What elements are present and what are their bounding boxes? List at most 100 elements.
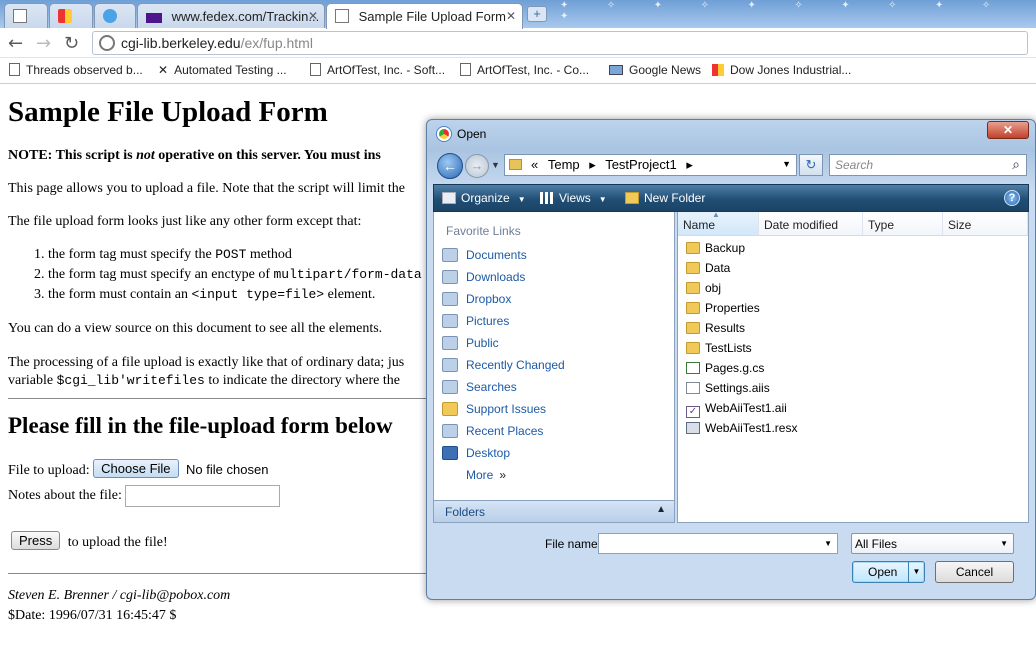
file-item[interactable]: TestLists bbox=[686, 341, 752, 361]
file-item[interactable]: Properties bbox=[686, 301, 760, 321]
new-folder-button[interactable]: New Folder bbox=[625, 191, 705, 205]
bookmark-item[interactable]: Google News bbox=[609, 63, 701, 77]
tab-strip: www.fedex.com/Trackin... ✕ Sample File U… bbox=[0, 0, 1036, 29]
chevron-down-icon[interactable]: ▼ bbox=[782, 159, 791, 169]
file-item[interactable]: ✓ WebAiiTest1.aii bbox=[686, 401, 787, 421]
dialog-title: Open bbox=[437, 127, 486, 141]
chevron-down-icon[interactable]: ▼ bbox=[824, 539, 832, 548]
folders-toggle[interactable]: Folders ▲ bbox=[434, 500, 674, 522]
tab-upload-form[interactable]: Sample File Upload Form ✕ bbox=[326, 3, 523, 29]
nav-item-dropbox[interactable]: Dropbox bbox=[442, 292, 511, 312]
file-item[interactable]: Results bbox=[686, 321, 745, 341]
reload-icon[interactable]: ↻ bbox=[64, 33, 79, 54]
views-button[interactable]: Views ▼ bbox=[540, 191, 607, 205]
dowjones-icon bbox=[58, 9, 72, 23]
file-item[interactable]: obj bbox=[686, 281, 721, 301]
organize-button[interactable]: Organize ▼ bbox=[442, 191, 526, 205]
command-bar: Organize ▼ Views ▼ New Folder ? bbox=[433, 184, 1029, 212]
new-tab-button[interactable]: + bbox=[527, 6, 547, 22]
refresh-button[interactable]: ↻ bbox=[799, 154, 823, 176]
globe-icon bbox=[103, 9, 117, 23]
bookmark-item[interactable]: ArtOfTest, Inc. - Soft... bbox=[310, 63, 445, 77]
folder-icon bbox=[686, 242, 700, 254]
views-icon bbox=[540, 192, 554, 204]
downloads-icon bbox=[442, 270, 458, 284]
folder-icon bbox=[686, 342, 700, 354]
tab-blank[interactable] bbox=[4, 3, 48, 28]
notes-input[interactable] bbox=[125, 485, 281, 507]
nav-item-public[interactable]: Public bbox=[442, 336, 499, 356]
nav-item-more[interactable]: More» bbox=[466, 468, 506, 488]
choose-file-button[interactable]: Choose File bbox=[93, 459, 179, 478]
no-file-text: No file chosen bbox=[186, 462, 269, 477]
column-header-size[interactable]: Size bbox=[943, 212, 1028, 236]
tab-fedex[interactable]: www.fedex.com/Trackin... ✕ bbox=[137, 3, 325, 28]
close-tab-icon[interactable]: ✕ bbox=[308, 9, 318, 23]
bookmark-item[interactable]: Dow Jones Industrial... bbox=[712, 63, 851, 77]
page-icon bbox=[335, 9, 349, 23]
column-header-date[interactable]: Date modified bbox=[759, 212, 863, 236]
tab-dowjones[interactable] bbox=[49, 3, 93, 28]
folder-path-bar[interactable]: « Temp ▸ TestProject1 ▸ ▼ bbox=[504, 154, 797, 176]
history-dropdown-icon[interactable]: ▼ bbox=[491, 160, 500, 170]
file-type-filter[interactable]: All Files ▼ bbox=[851, 533, 1014, 554]
file-name-label: File name: bbox=[545, 537, 602, 551]
file-item[interactable]: Settings.aiis bbox=[686, 381, 770, 401]
nav-item-downloads[interactable]: Downloads bbox=[442, 270, 525, 290]
back-icon[interactable]: ← bbox=[437, 153, 463, 179]
fedex-icon bbox=[146, 13, 162, 23]
tab-globe[interactable] bbox=[94, 3, 136, 28]
file-item[interactable]: Backup bbox=[686, 241, 745, 261]
nav-item-searches[interactable]: Searches bbox=[442, 380, 517, 400]
column-header-name[interactable]: ▲ Name bbox=[678, 210, 759, 236]
file-item[interactable]: Pages.g.cs bbox=[686, 361, 764, 381]
recent-places-icon bbox=[442, 424, 458, 438]
nav-item-documents[interactable]: Documents bbox=[442, 248, 527, 268]
file-label: File to upload: bbox=[8, 463, 90, 478]
folder-icon bbox=[686, 282, 700, 294]
forward-icon[interactable]: → bbox=[36, 33, 51, 54]
breadcrumb-temp[interactable]: Temp bbox=[548, 157, 580, 172]
address-bar[interactable]: cgi-lib.berkeley.edu/ex/fup.html bbox=[92, 31, 1028, 55]
dowjones-icon bbox=[712, 64, 724, 76]
browser-toolbar: ← → ↻ cgi-lib.berkeley.edu/ex/fup.html bbox=[0, 28, 1036, 58]
chevron-up-icon: ▲ bbox=[656, 504, 666, 515]
help-icon[interactable]: ? bbox=[1004, 190, 1020, 206]
cancel-button[interactable]: Cancel bbox=[935, 561, 1014, 583]
bookmark-item[interactable]: Threads observed b... bbox=[9, 63, 143, 77]
close-dialog-button[interactable]: ✕ bbox=[987, 121, 1029, 139]
open-file-dialog: Open ✕ ← → ▼ « Temp ▸ TestProject1 ▸ ▼ ↻… bbox=[426, 119, 1036, 600]
page-icon bbox=[310, 63, 321, 76]
submit-suffix: to upload the file! bbox=[67, 535, 168, 550]
theme-stars: ✦ ✧ ✦ ✧ ✦ ✧ ✦ ✧ ✦ ✧ ✦ bbox=[560, 0, 1009, 22]
breadcrumb-testproject1[interactable]: TestProject1 bbox=[605, 157, 677, 172]
file-item[interactable]: WebAiiTest1.resx bbox=[686, 421, 797, 441]
search-input[interactable]: Search ⌕ bbox=[829, 154, 1027, 176]
globe-icon bbox=[99, 35, 115, 51]
favorite-links-heading: Favorite Links bbox=[446, 224, 521, 238]
folder-icon bbox=[442, 402, 458, 416]
nav-item-recently-changed[interactable]: Recently Changed bbox=[442, 358, 565, 378]
nav-item-desktop[interactable]: Desktop bbox=[442, 446, 510, 466]
back-icon[interactable]: ← bbox=[8, 33, 23, 54]
nav-item-support-issues[interactable]: Support Issues bbox=[442, 402, 546, 422]
nav-item-pictures[interactable]: Pictures bbox=[442, 314, 509, 334]
folder-icon bbox=[686, 262, 700, 274]
open-button[interactable]: Open ▼ bbox=[852, 561, 925, 583]
press-button[interactable]: Press bbox=[11, 531, 61, 550]
search-icon: ⌕ bbox=[1012, 156, 1020, 172]
folder-icon bbox=[686, 302, 700, 314]
pictures-icon bbox=[442, 314, 458, 328]
chevron-down-icon: ▼ bbox=[598, 195, 607, 204]
file-item[interactable]: Data bbox=[686, 261, 730, 281]
bookmark-item[interactable]: ArtOfTest, Inc. - Co... bbox=[460, 63, 589, 77]
forward-icon[interactable]: → bbox=[465, 154, 489, 178]
close-tab-icon[interactable]: ✕ bbox=[506, 9, 516, 23]
open-options-chevron-icon[interactable]: ▼ bbox=[908, 562, 924, 582]
file-name-input[interactable]: ▼ bbox=[598, 533, 838, 554]
bookmarks-bar: Threads observed b... ✕ Automated Testing… bbox=[0, 58, 1036, 84]
bookmark-item[interactable]: ✕ Automated Testing ... bbox=[158, 63, 287, 77]
dropbox-icon bbox=[442, 292, 458, 306]
nav-item-recent-places[interactable]: Recent Places bbox=[442, 424, 543, 444]
column-header-type[interactable]: Type bbox=[863, 212, 943, 236]
